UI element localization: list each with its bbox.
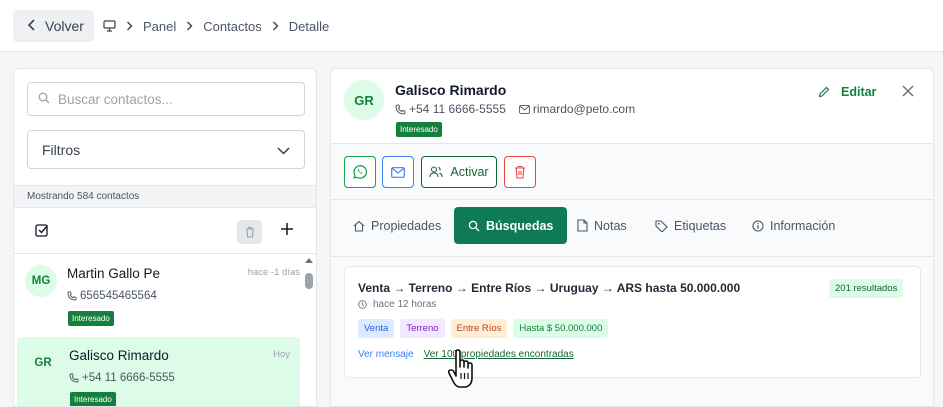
- chevron-right-icon: [126, 21, 133, 31]
- contact-time: hace -1 días: [247, 267, 300, 278]
- monitor-icon: [103, 20, 116, 32]
- tab-busquedas[interactable]: Búsquedas: [454, 207, 568, 244]
- chip-price: Hasta $ 50.000.000: [513, 319, 609, 338]
- trash-icon: [515, 165, 525, 179]
- close-icon[interactable]: [902, 84, 914, 102]
- info-icon: [752, 219, 764, 232]
- contact-name: Galisco Rimardo: [69, 348, 169, 363]
- phone-icon: [395, 104, 406, 114]
- back-label: Volver: [45, 18, 84, 34]
- email-button[interactable]: [382, 156, 414, 188]
- saved-search-card: Venta → Terreno → Entre Ríos → Uruguay →…: [344, 266, 921, 378]
- contact-phone: 656545465564: [67, 290, 157, 302]
- search-time: hace 12 horas: [358, 299, 436, 310]
- contact-name: Martin Gallo Pe: [67, 266, 161, 281]
- phone-icon: [69, 373, 79, 383]
- filters-label: Filtros: [42, 141, 81, 158]
- scroll-thumb[interactable]: [305, 273, 313, 289]
- tab-propiedades[interactable]: Propiedades: [353, 207, 441, 244]
- action-bar: Activar: [331, 143, 933, 200]
- avatar: GR: [34, 357, 52, 369]
- bulk-delete-button[interactable]: [237, 220, 262, 244]
- tab-notas[interactable]: Notas: [577, 207, 627, 244]
- status-badge: Interesado: [70, 392, 116, 406]
- edit-button[interactable]: Editar: [818, 85, 876, 99]
- add-contact-button[interactable]: [280, 222, 294, 241]
- chip-operation: Venta: [358, 319, 395, 338]
- trash-icon: [245, 226, 254, 238]
- contacts-count: Mostrando 584 contactos: [14, 185, 316, 208]
- file-icon: [577, 219, 588, 232]
- contact-time: Hoy: [273, 349, 290, 360]
- breadcrumb-detalle: Detalle: [288, 18, 330, 34]
- status-badge: Interesado: [68, 311, 114, 326]
- search-placeholder: Buscar contactos...: [58, 91, 173, 107]
- tag-icon: [655, 219, 668, 232]
- avatar: MG: [25, 265, 57, 297]
- tab-informacion[interactable]: Información: [752, 207, 835, 244]
- avatar: GR: [344, 80, 384, 120]
- hand-pointer-cursor-icon: [447, 349, 478, 396]
- scroll-up-arrow-icon[interactable]: [305, 258, 313, 263]
- contact-detail-panel: GR Galisco Rimardo +54 11 6666-5555 rima…: [330, 68, 934, 407]
- detail-contact-info: +54 11 6666-5555 rimardo@peto.com: [395, 102, 635, 116]
- list-toolbar: [14, 208, 316, 254]
- contact-phone: +54 11 6666-5555: [69, 372, 175, 384]
- tab-content: Venta → Terreno → Entre Ríos → Uruguay →…: [331, 257, 933, 406]
- search-chips: Venta Terreno Entre Ríos Hasta $ 50.000.…: [358, 319, 609, 338]
- breadcrumb-panel[interactable]: Panel: [143, 19, 176, 34]
- breadcrumb: Panel Contactos Detalle: [103, 10, 329, 42]
- filters-dropdown[interactable]: Filtros: [27, 130, 305, 169]
- search-summary: Venta → Terreno → Entre Ríos → Uruguay →…: [358, 281, 741, 295]
- top-bar: Volver Panel Contactos Detalle: [0, 0, 943, 52]
- status-badge: Interesado: [396, 122, 442, 137]
- whatsapp-button[interactable]: [344, 156, 376, 188]
- breadcrumb-contactos[interactable]: Contactos: [203, 19, 262, 34]
- home-icon: [353, 220, 365, 232]
- activate-button[interactable]: Activar: [421, 156, 497, 188]
- chevron-right-icon: [186, 21, 193, 31]
- chevron-right-icon: [272, 21, 279, 31]
- results-badge: 201 resultados: [829, 279, 904, 298]
- back-button[interactable]: Volver: [13, 10, 94, 42]
- contact-list-item-selected[interactable]: GR Galisco Rimardo +54 11 6666-5555 Inte…: [17, 337, 300, 406]
- select-all-checkbox-icon[interactable]: [35, 223, 49, 242]
- view-message-link[interactable]: Ver mensaje: [358, 349, 414, 360]
- contacts-panel: Buscar contactos... Filtros Mostrando 58…: [13, 68, 317, 407]
- search-input[interactable]: Buscar contactos...: [27, 82, 305, 116]
- plus-icon: [281, 223, 293, 235]
- search-icon: [38, 92, 50, 107]
- chevron-left-icon: [27, 18, 37, 34]
- users-icon: [429, 166, 443, 178]
- contacts-scrollbar[interactable]: [303, 255, 315, 406]
- view-properties-link[interactable]: Ver 100 propiedades encontradas: [424, 349, 574, 360]
- pencil-icon: [818, 86, 830, 98]
- clock-icon: [358, 300, 367, 309]
- mail-icon: [519, 104, 530, 114]
- search-icon: [468, 220, 480, 231]
- whatsapp-icon: [353, 165, 368, 179]
- detail-name: Galisco Rimardo: [395, 82, 507, 98]
- detail-email: rimardo@peto.com: [532, 102, 636, 116]
- tab-etiquetas[interactable]: Etiquetas: [655, 207, 726, 244]
- chevron-down-icon: [277, 142, 290, 158]
- mail-icon: [391, 166, 405, 178]
- delete-button[interactable]: [504, 156, 536, 188]
- detail-tabs: Propiedades Búsquedas Notas Etiquetas In…: [331, 200, 933, 257]
- contact-list-item[interactable]: MG Martin Gallo Pe 656545465564 Interesa…: [14, 255, 300, 329]
- chip-location: Entre Ríos: [450, 319, 508, 338]
- phone-icon: [67, 291, 77, 301]
- chip-type: Terreno: [400, 319, 445, 338]
- detail-phone: +54 11 6666-5555: [409, 102, 506, 116]
